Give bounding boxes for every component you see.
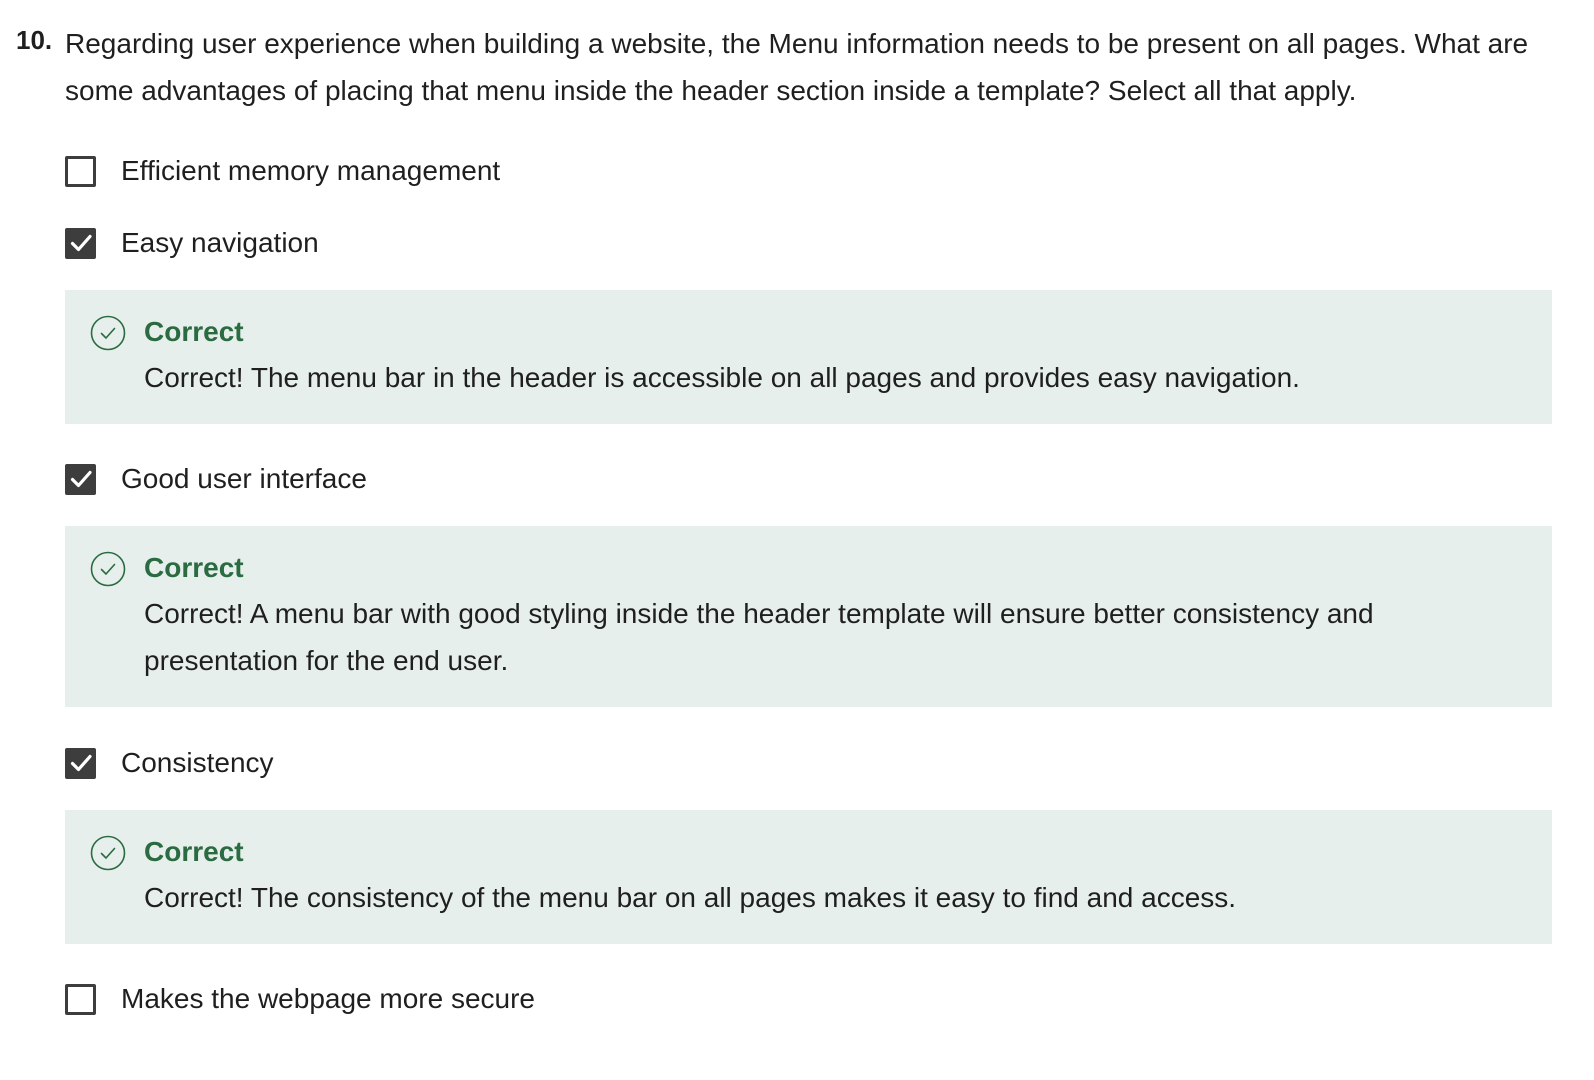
option-efficient-memory-management[interactable]: Efficient memory management bbox=[65, 151, 500, 191]
checkbox-checked[interactable] bbox=[65, 227, 96, 259]
option-easy-navigation[interactable]: Easy navigation bbox=[65, 223, 319, 263]
checkbox-unchecked[interactable] bbox=[65, 983, 96, 1015]
feedback-text: Correct! The consistency of the menu bar… bbox=[144, 882, 1237, 913]
feedback-title: Correct bbox=[144, 316, 244, 347]
check-circle-icon bbox=[90, 315, 126, 351]
feedback-text: Correct! A menu bar with good styling in… bbox=[144, 598, 1374, 676]
feedback-panel: Correct Correct! The menu bar in the hea… bbox=[65, 290, 1552, 424]
option-label: Good user interface bbox=[121, 463, 367, 494]
feedback-text: Correct! The menu bar in the header is a… bbox=[144, 362, 1300, 393]
check-icon bbox=[70, 234, 92, 252]
option-label: Efficient memory management bbox=[121, 155, 501, 186]
option-makes-webpage-more-secure[interactable]: Makes the webpage more secure bbox=[65, 979, 535, 1019]
checkbox-checked[interactable] bbox=[65, 463, 96, 495]
option-label: Easy navigation bbox=[121, 227, 319, 258]
check-icon bbox=[70, 754, 92, 772]
option-good-user-interface[interactable]: Good user interface bbox=[65, 459, 367, 499]
check-icon bbox=[70, 470, 92, 488]
check-circle-icon bbox=[90, 551, 126, 587]
checkbox-checked[interactable] bbox=[65, 747, 96, 779]
question-text: Regarding user experience when building … bbox=[65, 28, 1529, 106]
option-consistency[interactable]: Consistency bbox=[65, 743, 274, 783]
check-circle-icon bbox=[90, 835, 126, 871]
feedback-title: Correct bbox=[144, 836, 244, 867]
question-number: 10. bbox=[16, 25, 53, 55]
option-label: Makes the webpage more secure bbox=[121, 983, 535, 1014]
feedback-panel: Correct Correct! A menu bar with good st… bbox=[65, 526, 1552, 707]
feedback-panel: Correct Correct! The consistency of the … bbox=[65, 810, 1552, 944]
checkbox-unchecked[interactable] bbox=[65, 155, 96, 187]
feedback-title: Correct bbox=[144, 552, 244, 583]
option-label: Consistency bbox=[121, 747, 274, 778]
